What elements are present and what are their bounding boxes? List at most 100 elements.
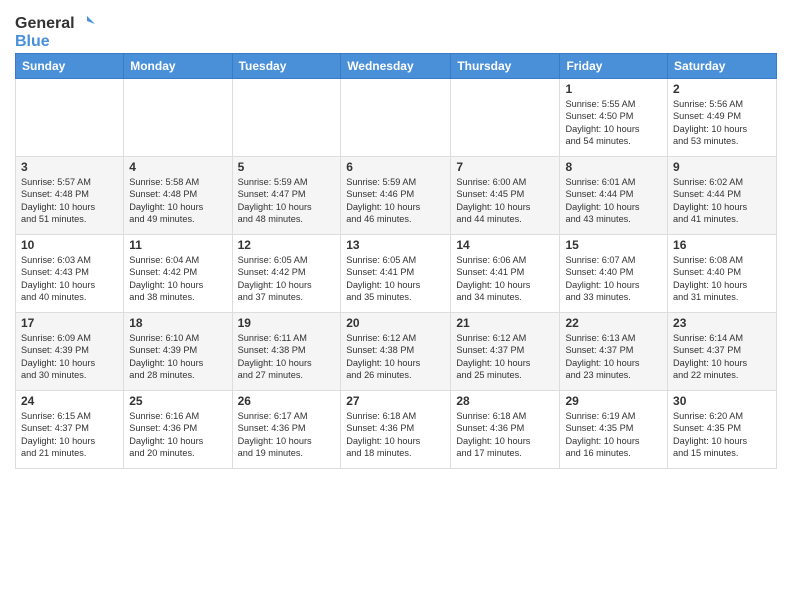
header-saturday: Saturday bbox=[668, 54, 777, 79]
calendar-cell bbox=[341, 79, 451, 157]
day-number: 11 bbox=[129, 238, 226, 252]
cell-content: Sunrise: 6:14 AMSunset: 4:37 PMDaylight:… bbox=[673, 332, 771, 382]
day-number: 17 bbox=[21, 316, 118, 330]
cell-content: Sunrise: 6:03 AMSunset: 4:43 PMDaylight:… bbox=[21, 254, 118, 304]
logo-icon: General Blue bbox=[15, 10, 55, 45]
header-wednesday: Wednesday bbox=[341, 54, 451, 79]
cell-content: Sunrise: 6:05 AMSunset: 4:41 PMDaylight:… bbox=[346, 254, 445, 304]
cell-content: Sunrise: 6:15 AMSunset: 4:37 PMDaylight:… bbox=[21, 410, 118, 460]
day-number: 27 bbox=[346, 394, 445, 408]
header-monday: Monday bbox=[124, 54, 232, 79]
cell-content: Sunrise: 6:06 AMSunset: 4:41 PMDaylight:… bbox=[456, 254, 554, 304]
calendar-cell: 9 Sunrise: 6:02 AMSunset: 4:44 PMDaylight… bbox=[668, 157, 777, 235]
calendar-cell: 4 Sunrise: 5:58 AMSunset: 4:48 PMDaylight… bbox=[124, 157, 232, 235]
cell-content: Sunrise: 6:17 AMSunset: 4:36 PMDaylight:… bbox=[238, 410, 336, 460]
calendar-cell: 30 Sunrise: 6:20 AMSunset: 4:35 PMDayligh… bbox=[668, 391, 777, 469]
calendar-cell bbox=[124, 79, 232, 157]
calendar-cell: 5 Sunrise: 5:59 AMSunset: 4:47 PMDaylight… bbox=[232, 157, 341, 235]
calendar-cell: 8 Sunrise: 6:01 AMSunset: 4:44 PMDaylight… bbox=[560, 157, 668, 235]
calendar-cell: 19 Sunrise: 6:11 AMSunset: 4:38 PMDayligh… bbox=[232, 313, 341, 391]
cell-content: Sunrise: 5:58 AMSunset: 4:48 PMDaylight:… bbox=[129, 176, 226, 226]
calendar-cell bbox=[451, 79, 560, 157]
calendar-cell: 17 Sunrise: 6:09 AMSunset: 4:39 PMDayligh… bbox=[16, 313, 124, 391]
day-number: 21 bbox=[456, 316, 554, 330]
calendar-cell: 10 Sunrise: 6:03 AMSunset: 4:43 PMDayligh… bbox=[16, 235, 124, 313]
calendar-cell: 25 Sunrise: 6:16 AMSunset: 4:36 PMDayligh… bbox=[124, 391, 232, 469]
day-number: 30 bbox=[673, 394, 771, 408]
day-number: 26 bbox=[238, 394, 336, 408]
week-row-2: 3 Sunrise: 5:57 AMSunset: 4:48 PMDaylight… bbox=[16, 157, 777, 235]
cell-content: Sunrise: 6:13 AMSunset: 4:37 PMDaylight:… bbox=[565, 332, 662, 382]
calendar-cell: 1Sunrise: 5:55 AMSunset: 4:50 PMDaylight… bbox=[560, 79, 668, 157]
cell-content: Sunrise: 6:11 AMSunset: 4:38 PMDaylight:… bbox=[238, 332, 336, 382]
day-number: 8 bbox=[565, 160, 662, 174]
cell-content: Sunrise: 6:16 AMSunset: 4:36 PMDaylight:… bbox=[129, 410, 226, 460]
day-number: 6 bbox=[346, 160, 445, 174]
calendar-cell: 7 Sunrise: 6:00 AMSunset: 4:45 PMDaylight… bbox=[451, 157, 560, 235]
week-row-1: 1Sunrise: 5:55 AMSunset: 4:50 PMDaylight… bbox=[16, 79, 777, 157]
calendar-cell bbox=[232, 79, 341, 157]
calendar-cell: 12 Sunrise: 6:05 AMSunset: 4:42 PMDayligh… bbox=[232, 235, 341, 313]
cell-content: Sunrise: 6:18 AMSunset: 4:36 PMDaylight:… bbox=[456, 410, 554, 460]
calendar-table: Sunday Monday Tuesday Wednesday Thursday… bbox=[15, 53, 777, 469]
calendar-cell: 11Sunrise: 6:04 AMSunset: 4:42 PMDayligh… bbox=[124, 235, 232, 313]
cell-content: Sunrise: 6:05 AMSunset: 4:42 PMDaylight:… bbox=[238, 254, 336, 304]
page: General Blue Sunday Monday Tuesday Wedne… bbox=[0, 0, 792, 612]
day-number: 24 bbox=[21, 394, 118, 408]
header-sunday: Sunday bbox=[16, 54, 124, 79]
cell-content: Sunrise: 5:59 AMSunset: 4:47 PMDaylight:… bbox=[238, 176, 336, 226]
calendar-cell: 13 Sunrise: 6:05 AMSunset: 4:41 PMDayligh… bbox=[341, 235, 451, 313]
calendar-cell: 23 Sunrise: 6:14 AMSunset: 4:37 PMDayligh… bbox=[668, 313, 777, 391]
calendar-cell: 6 Sunrise: 5:59 AMSunset: 4:46 PMDaylight… bbox=[341, 157, 451, 235]
cell-content: Sunrise: 6:02 AMSunset: 4:44 PMDaylight:… bbox=[673, 176, 771, 226]
svg-text:General: General bbox=[15, 15, 75, 32]
day-number: 20 bbox=[346, 316, 445, 330]
calendar-cell: 20Sunrise: 6:12 AMSunset: 4:38 PMDayligh… bbox=[341, 313, 451, 391]
calendar-header-row: Sunday Monday Tuesday Wednesday Thursday… bbox=[16, 54, 777, 79]
header-friday: Friday bbox=[560, 54, 668, 79]
week-row-5: 24 Sunrise: 6:15 AMSunset: 4:37 PMDayligh… bbox=[16, 391, 777, 469]
day-number: 5 bbox=[238, 160, 336, 174]
calendar-cell: 3 Sunrise: 5:57 AMSunset: 4:48 PMDaylight… bbox=[16, 157, 124, 235]
cell-content: Sunrise: 6:09 AMSunset: 4:39 PMDaylight:… bbox=[21, 332, 118, 382]
day-number: 29 bbox=[565, 394, 662, 408]
day-number: 13 bbox=[346, 238, 445, 252]
day-number: 4 bbox=[129, 160, 226, 174]
day-number: 18 bbox=[129, 316, 226, 330]
header-thursday: Thursday bbox=[451, 54, 560, 79]
day-number: 25 bbox=[129, 394, 226, 408]
calendar-cell bbox=[16, 79, 124, 157]
day-number: 10 bbox=[21, 238, 118, 252]
day-number: 7 bbox=[456, 160, 554, 174]
day-number: 19 bbox=[238, 316, 336, 330]
header: General Blue bbox=[15, 10, 777, 45]
svg-text:Blue: Blue bbox=[15, 33, 50, 50]
day-number: 15 bbox=[565, 238, 662, 252]
calendar-cell: 24 Sunrise: 6:15 AMSunset: 4:37 PMDayligh… bbox=[16, 391, 124, 469]
cell-content: Sunrise: 6:01 AMSunset: 4:44 PMDaylight:… bbox=[565, 176, 662, 226]
cell-content: Sunrise: 6:07 AMSunset: 4:40 PMDaylight:… bbox=[565, 254, 662, 304]
cell-content: Sunrise: 5:56 AMSunset: 4:49 PMDaylight:… bbox=[673, 98, 771, 148]
week-row-3: 10 Sunrise: 6:03 AMSunset: 4:43 PMDayligh… bbox=[16, 235, 777, 313]
cell-content: Sunrise: 6:20 AMSunset: 4:35 PMDaylight:… bbox=[673, 410, 771, 460]
day-number: 2 bbox=[673, 82, 771, 96]
cell-content: Sunrise: 6:00 AMSunset: 4:45 PMDaylight:… bbox=[456, 176, 554, 226]
logo: General Blue bbox=[15, 10, 55, 45]
calendar-cell: 28Sunrise: 6:18 AMSunset: 4:36 PMDayligh… bbox=[451, 391, 560, 469]
day-number: 22 bbox=[565, 316, 662, 330]
calendar-cell: 2 Sunrise: 5:56 AMSunset: 4:49 PMDaylight… bbox=[668, 79, 777, 157]
day-number: 14 bbox=[456, 238, 554, 252]
cell-content: Sunrise: 6:12 AMSunset: 4:37 PMDaylight:… bbox=[456, 332, 554, 382]
cell-content: Sunrise: 6:10 AMSunset: 4:39 PMDaylight:… bbox=[129, 332, 226, 382]
day-number: 9 bbox=[673, 160, 771, 174]
cell-content: Sunrise: 5:57 AMSunset: 4:48 PMDaylight:… bbox=[21, 176, 118, 226]
day-number: 23 bbox=[673, 316, 771, 330]
calendar-cell: 22 Sunrise: 6:13 AMSunset: 4:37 PMDayligh… bbox=[560, 313, 668, 391]
calendar-cell: 14 Sunrise: 6:06 AMSunset: 4:41 PMDayligh… bbox=[451, 235, 560, 313]
day-number: 16 bbox=[673, 238, 771, 252]
day-number: 12 bbox=[238, 238, 336, 252]
day-number: 3 bbox=[21, 160, 118, 174]
cell-content: Sunrise: 5:59 AMSunset: 4:46 PMDaylight:… bbox=[346, 176, 445, 226]
cell-content: Sunrise: 5:55 AMSunset: 4:50 PMDaylight:… bbox=[565, 98, 662, 148]
cell-content: Sunrise: 6:08 AMSunset: 4:40 PMDaylight:… bbox=[673, 254, 771, 304]
